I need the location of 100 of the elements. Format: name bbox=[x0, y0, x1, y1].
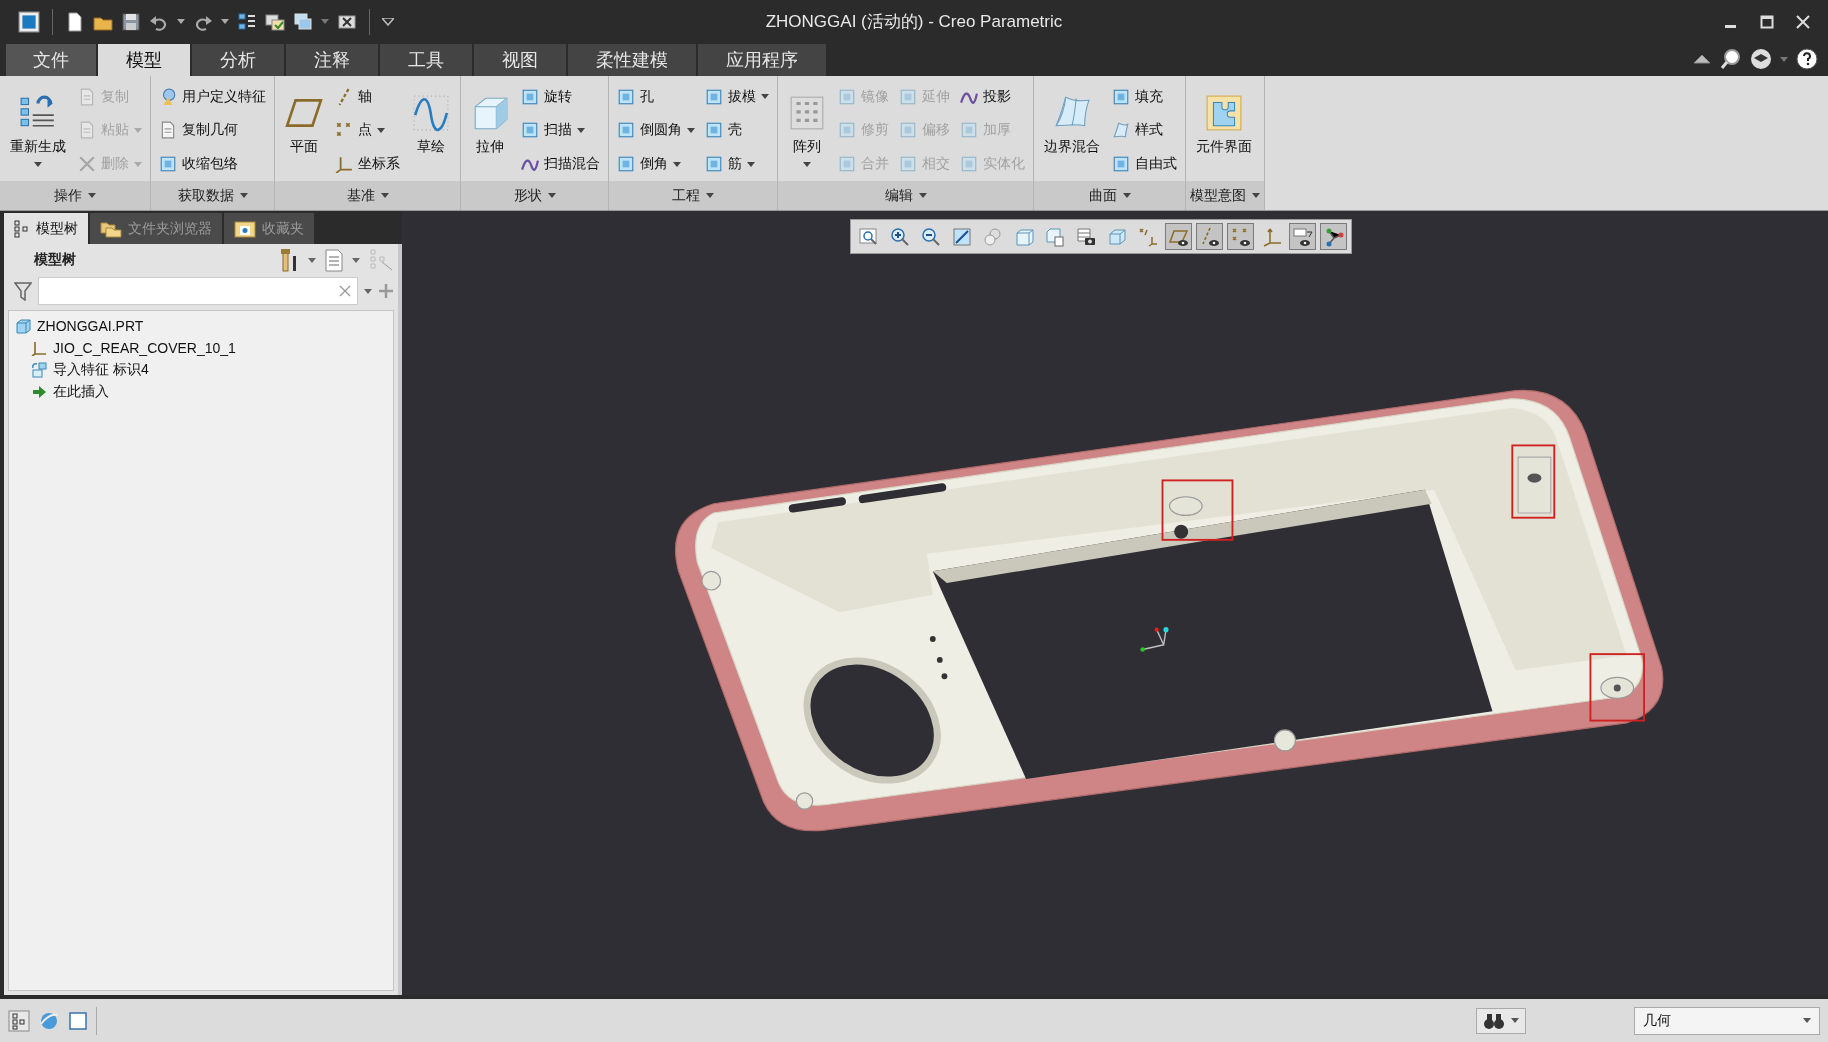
puzzle-icon bbox=[1205, 94, 1243, 132]
axes-icon bbox=[1261, 226, 1282, 247]
square-icon bbox=[960, 155, 978, 174]
ribbon-button[interactable]: 倒圆角 bbox=[613, 115, 699, 146]
view-toolbar-button[interactable] bbox=[1165, 223, 1192, 250]
ribbon-button[interactable]: 阵列 bbox=[782, 90, 832, 171]
ribbon-button[interactable]: 筋 bbox=[701, 149, 773, 180]
caret-icon bbox=[377, 128, 385, 133]
coordinate-triad-icon bbox=[1140, 627, 1169, 652]
windows-icon[interactable] bbox=[265, 11, 285, 32]
stacked-squares-icon[interactable] bbox=[237, 11, 257, 32]
window-stack-icon[interactable] bbox=[293, 11, 313, 32]
ribbon-button[interactable]: 旋转 bbox=[517, 81, 604, 112]
ribbon-button[interactable]: 自由式 bbox=[1108, 149, 1181, 180]
ribbon-button[interactable]: 扫描 bbox=[517, 115, 604, 146]
ribbon-group-menu[interactable]: 形状 bbox=[461, 181, 608, 210]
panel-tab[interactable]: 模型树 bbox=[4, 213, 88, 244]
caret-icon bbox=[321, 19, 329, 24]
caret-icon bbox=[547, 193, 556, 198]
ribbon-group-menu[interactable]: 工程 bbox=[609, 181, 777, 210]
ribbon-button[interactable]: 边界混合 bbox=[1038, 90, 1106, 171]
arrow-icon bbox=[31, 384, 47, 400]
help-icon[interactable] bbox=[1796, 48, 1818, 70]
caret-icon bbox=[34, 162, 42, 167]
ribbon-button[interactable]: 元件界面 bbox=[1190, 90, 1258, 171]
ribbon-group-menu[interactable]: 基准 bbox=[275, 181, 460, 210]
ribbon-button[interactable]: 收缩包络 bbox=[155, 149, 270, 180]
close-icon[interactable] bbox=[1796, 14, 1810, 29]
caret-icon bbox=[687, 128, 695, 133]
ribbon-tab[interactable]: 工具 bbox=[380, 44, 472, 76]
find-button[interactable] bbox=[1476, 1007, 1526, 1034]
square-icon bbox=[899, 87, 917, 106]
ribbon-button[interactable]: 点 bbox=[331, 115, 404, 146]
view-toolbar-button[interactable] bbox=[1289, 223, 1316, 250]
maximize-icon[interactable] bbox=[1760, 14, 1774, 29]
star-folder-icon bbox=[234, 219, 256, 238]
ribbon-button[interactable]: 倒角 bbox=[613, 149, 699, 180]
file-menu-tab[interactable]: 文件 bbox=[6, 44, 96, 76]
ribbon-button[interactable]: 孔 bbox=[613, 81, 699, 112]
tree-item[interactable]: 导入特征 标识4 bbox=[53, 361, 149, 379]
caret-icon bbox=[1780, 56, 1788, 62]
zoom-to-fit-icon bbox=[858, 226, 879, 247]
view-toolbar-button[interactable] bbox=[1320, 223, 1347, 250]
cross-icon bbox=[78, 155, 96, 174]
ribbon-group-menu[interactable]: 曲面 bbox=[1034, 181, 1185, 210]
ribbon-button[interactable]: 投影 bbox=[956, 81, 1029, 112]
ribbon-tab[interactable]: 应用程序 bbox=[698, 44, 826, 76]
graduation-cap-icon[interactable] bbox=[1750, 48, 1772, 70]
spheres-icon bbox=[982, 226, 1003, 247]
ribbon-tab[interactable]: 柔性建模 bbox=[568, 44, 696, 76]
ribbon-button[interactable]: 填充 bbox=[1108, 81, 1181, 112]
ribbon-button[interactable]: 样式 bbox=[1108, 115, 1181, 146]
ribbon-tab[interactable]: 视图 bbox=[474, 44, 566, 76]
view-toolbar-button[interactable] bbox=[1227, 223, 1254, 250]
ribbon-button[interactable]: 重新生成 bbox=[4, 90, 72, 171]
ribbon-button[interactable]: 轴 bbox=[331, 81, 404, 112]
caret-icon bbox=[177, 19, 185, 24]
cube-icon bbox=[15, 318, 31, 334]
ribbon-tab[interactable]: 模型 bbox=[98, 44, 190, 76]
tree-item[interactable]: 在此插入 bbox=[53, 383, 109, 401]
ribbon-button[interactable]: 扫描混合 bbox=[517, 149, 604, 180]
square-icon bbox=[617, 87, 635, 106]
zoom-out-icon bbox=[920, 226, 941, 247]
ribbon-tab[interactable]: 分析 bbox=[192, 44, 284, 76]
ribbon-button[interactable]: 坐标系 bbox=[331, 149, 404, 180]
ribbon-group-menu[interactable]: 模型意图 bbox=[1186, 181, 1264, 210]
ribbon-button[interactable]: 草绘 bbox=[406, 90, 456, 171]
ribbon-group-menu[interactable]: 操作 bbox=[0, 181, 150, 210]
window-icon[interactable] bbox=[68, 1010, 88, 1031]
surface-icon bbox=[1112, 121, 1130, 140]
filter-icon[interactable] bbox=[14, 281, 32, 301]
search-field[interactable] bbox=[38, 277, 358, 305]
caret-icon bbox=[577, 128, 585, 133]
customize-caret-icon[interactable] bbox=[382, 17, 394, 26]
search-icon[interactable] bbox=[1720, 48, 1742, 70]
ribbon-group-menu[interactable]: 获取数据 bbox=[151, 181, 274, 210]
square-icon bbox=[899, 155, 917, 174]
app-icon[interactable] bbox=[18, 10, 40, 33]
points-eye-icon bbox=[1230, 226, 1251, 247]
ribbon-button[interactable]: 拉伸 bbox=[465, 90, 515, 171]
ribbon-button[interactable]: 复制几何 bbox=[155, 115, 270, 146]
file-icon[interactable] bbox=[65, 11, 85, 32]
ribbon-button[interactable]: 用户定义特征 bbox=[155, 81, 270, 112]
ribbon-button[interactable]: 拔模 bbox=[701, 81, 773, 112]
tree-nodes-icon[interactable] bbox=[8, 1009, 30, 1032]
caret-icon bbox=[308, 257, 316, 263]
window-title: ZHONGGAI (活动的) - Creo Parametric bbox=[765, 11, 1063, 33]
ribbon-tab[interactable]: 注释 bbox=[286, 44, 378, 76]
ribbon-group-menu[interactable]: 编辑 bbox=[778, 181, 1033, 210]
view-toolbar-button[interactable] bbox=[1196, 223, 1223, 250]
selection-filter-dropdown[interactable]: 几何 bbox=[1634, 1006, 1820, 1035]
ribbon-button[interactable]: 壳 bbox=[701, 115, 773, 146]
zoom-in-icon bbox=[889, 226, 910, 247]
tree-item[interactable]: ZHONGGAI.PRT bbox=[37, 318, 144, 334]
tree-item[interactable]: JIO_C_REAR_COVER_10_1 bbox=[53, 340, 236, 356]
ribbon-button[interactable]: 平面 bbox=[279, 90, 329, 171]
panel-header: 模型树 bbox=[34, 251, 76, 269]
caret-icon bbox=[134, 128, 142, 133]
grid-icon bbox=[788, 94, 826, 132]
clear-icon[interactable] bbox=[339, 285, 351, 297]
